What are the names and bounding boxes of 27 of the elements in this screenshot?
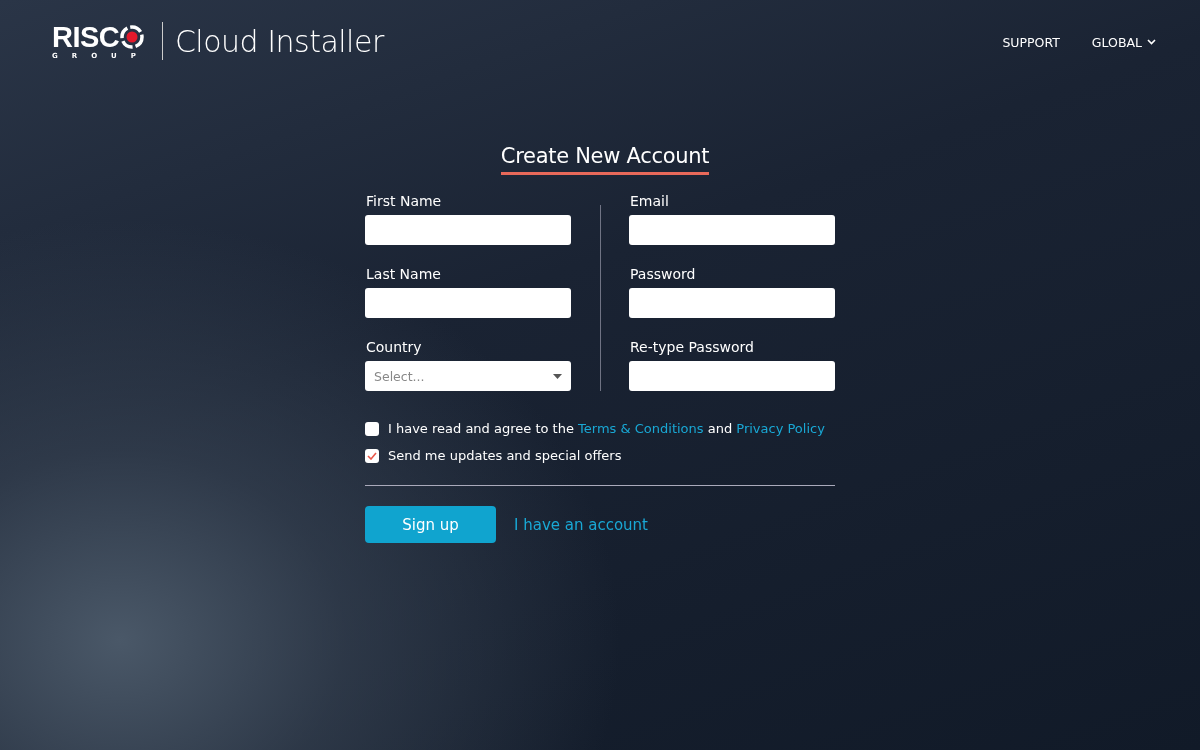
input-field[interactable] [629, 361, 835, 391]
input-field[interactable] [365, 215, 571, 245]
dropdown-caret-icon [553, 373, 562, 379]
field-label: Re-type Password [629, 339, 755, 355]
checkbox-label: Send me updates and special offers [388, 448, 622, 463]
field-label: Last Name [365, 266, 442, 282]
input-field[interactable] [629, 288, 835, 318]
field-label: Country [365, 339, 423, 355]
account-link[interactable]: I have an account [514, 515, 648, 534]
nav-link[interactable]: GLOBAL [1091, 34, 1156, 50]
field-label: Password [629, 266, 697, 282]
checkbox-label: I have read and agree to the Terms & Conditions and Privacy Policy [388, 421, 825, 436]
logo-swirl-icon [120, 25, 145, 49]
form-title: Create New Account [500, 144, 710, 175]
input-field[interactable] [365, 288, 571, 318]
chevron-down-icon [1147, 39, 1156, 45]
field-label: First Name [365, 193, 443, 209]
input-field[interactable] [629, 215, 835, 245]
product-name: Cloud Installer [174, 23, 384, 59]
checkbox[interactable] [365, 448, 379, 463]
logo-wordmark: RISC [52, 22, 120, 52]
nav-link[interactable]: SUPPORT [1002, 34, 1060, 50]
policy-link[interactable]: Privacy Policy [736, 421, 825, 436]
field-label: Email [629, 193, 670, 209]
checkbox[interactable] [365, 421, 379, 436]
country-select[interactable]: Select... [365, 361, 571, 391]
policy-link[interactable]: Terms & Conditions [578, 421, 704, 436]
